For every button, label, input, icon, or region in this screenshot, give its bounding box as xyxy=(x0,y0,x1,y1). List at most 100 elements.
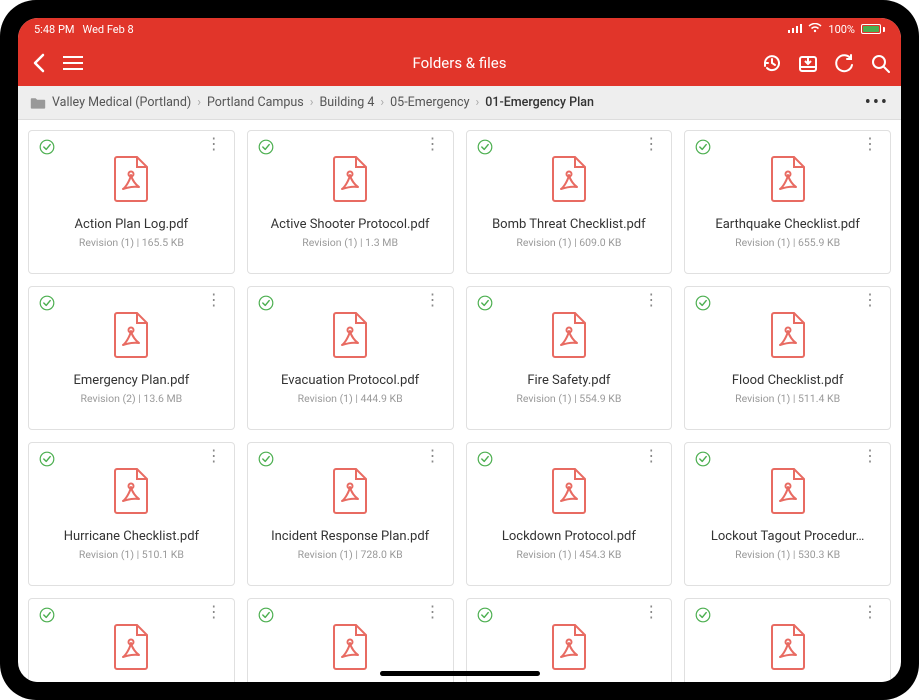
file-card[interactable]: ⋮ Evacuation Protocol.pdf Revision (1) |… xyxy=(247,286,454,430)
inbox-button[interactable] xyxy=(797,52,819,74)
screen: 5:48 PM Wed Feb 8 100% xyxy=(18,18,901,682)
file-card[interactable]: ⋮ Active Shooter Protocol.pdf Revision (… xyxy=(247,130,454,274)
file-more-button[interactable]: ⋮ xyxy=(202,603,226,621)
file-card[interactable]: ⋮ Bomb Threat Checklist.pdf Revision (1)… xyxy=(466,130,673,274)
breadcrumb-item[interactable]: Building 4 xyxy=(319,95,374,110)
battery-percent: 100% xyxy=(828,23,855,36)
file-card[interactable]: ⋮ Lockdown Protocol.pdf Revision (1) | 4… xyxy=(466,442,673,586)
file-name: Incident Response Plan.pdf xyxy=(267,529,433,544)
check-icon xyxy=(695,139,711,155)
check-icon xyxy=(39,451,55,467)
file-more-button[interactable]: ⋮ xyxy=(639,291,663,309)
pdf-icon xyxy=(330,311,370,363)
check-icon xyxy=(39,295,55,311)
file-card[interactable]: ⋮ xyxy=(28,598,235,682)
check-icon xyxy=(695,607,711,623)
pdf-icon xyxy=(111,467,151,519)
check-icon xyxy=(477,451,493,467)
check-icon xyxy=(39,139,55,155)
status-date: Wed Feb 8 xyxy=(82,23,133,36)
menu-button[interactable] xyxy=(62,52,84,74)
toolbar: Folders & files xyxy=(18,40,901,86)
file-more-button[interactable]: ⋮ xyxy=(639,603,663,621)
file-meta: Revision (1) | 728.0 KB xyxy=(298,548,403,561)
file-card[interactable]: ⋮ Action Plan Log.pdf Revision (1) | 165… xyxy=(28,130,235,274)
breadcrumb-current: 01-Emergency Plan xyxy=(485,95,594,110)
breadcrumb-root[interactable]: Valley Medical (Portland) xyxy=(52,95,191,110)
file-name: Fire Safety.pdf xyxy=(523,373,614,388)
breadcrumb: Valley Medical (Portland) › Portland Cam… xyxy=(18,86,901,120)
battery-icon xyxy=(861,24,885,34)
file-meta: Revision (2) | 13.6 MB xyxy=(81,392,183,405)
folder-icon xyxy=(30,96,46,110)
pdf-icon xyxy=(768,467,808,519)
file-name: Evacuation Protocol.pdf xyxy=(277,373,423,388)
file-meta: Revision (1) | 165.5 KB xyxy=(79,236,184,249)
file-card[interactable]: ⋮ Incident Response Plan.pdf Revision (1… xyxy=(247,442,454,586)
file-meta: Revision (1) | 1.3 MB xyxy=(302,236,398,249)
file-more-button[interactable]: ⋮ xyxy=(858,603,882,621)
refresh-button[interactable] xyxy=(833,52,855,74)
check-icon xyxy=(695,295,711,311)
file-more-button[interactable]: ⋮ xyxy=(421,291,445,309)
file-card[interactable]: ⋮ Emergency Plan.pdf Revision (2) | 13.6… xyxy=(28,286,235,430)
file-more-button[interactable]: ⋮ xyxy=(858,291,882,309)
file-card[interactable]: ⋮ xyxy=(684,598,891,682)
pdf-icon xyxy=(549,623,589,675)
wifi-icon xyxy=(808,23,822,36)
file-meta: Revision (1) | 444.9 KB xyxy=(298,392,403,405)
file-more-button[interactable]: ⋮ xyxy=(202,291,226,309)
file-name: Earthquake Checklist.pdf xyxy=(711,217,864,232)
file-card[interactable]: ⋮ Flood Checklist.pdf Revision (1) | 511… xyxy=(684,286,891,430)
file-more-button[interactable]: ⋮ xyxy=(639,447,663,465)
breadcrumb-more-button[interactable]: ••• xyxy=(865,92,889,113)
file-more-button[interactable]: ⋮ xyxy=(421,447,445,465)
signal-icon xyxy=(788,23,802,36)
file-name: Flood Checklist.pdf xyxy=(728,373,848,388)
check-icon xyxy=(258,295,274,311)
file-more-button[interactable]: ⋮ xyxy=(639,135,663,153)
file-card[interactable]: ⋮ xyxy=(466,598,673,682)
file-grid: ⋮ Action Plan Log.pdf Revision (1) | 165… xyxy=(28,130,891,682)
content-area: ⋮ Action Plan Log.pdf Revision (1) | 165… xyxy=(18,120,901,682)
pdf-icon xyxy=(111,623,151,675)
file-name: Hurricane Checklist.pdf xyxy=(60,529,203,544)
file-meta: Revision (1) | 530.3 KB xyxy=(735,548,840,561)
check-icon xyxy=(477,139,493,155)
check-icon xyxy=(258,607,274,623)
file-card[interactable]: ⋮ Hurricane Checklist.pdf Revision (1) |… xyxy=(28,442,235,586)
check-icon xyxy=(477,607,493,623)
pdf-icon xyxy=(549,311,589,363)
history-button[interactable] xyxy=(761,52,783,74)
file-card[interactable]: ⋮ Earthquake Checklist.pdf Revision (1) … xyxy=(684,130,891,274)
file-card[interactable]: ⋮ Lockout Tagout Procedur… Revision (1) … xyxy=(684,442,891,586)
file-meta: Revision (1) | 510.1 KB xyxy=(79,548,184,561)
status-time: 5:48 PM xyxy=(34,23,74,36)
device-frame: 5:48 PM Wed Feb 8 100% xyxy=(0,0,919,700)
file-more-button[interactable]: ⋮ xyxy=(202,135,226,153)
file-more-button[interactable]: ⋮ xyxy=(421,603,445,621)
pdf-icon xyxy=(549,467,589,519)
file-name: Bomb Threat Checklist.pdf xyxy=(488,217,650,232)
file-card[interactable]: ⋮ xyxy=(247,598,454,682)
pdf-icon xyxy=(330,155,370,207)
file-name: Lockout Tagout Procedur… xyxy=(707,529,869,544)
file-more-button[interactable]: ⋮ xyxy=(202,447,226,465)
breadcrumb-item[interactable]: Portland Campus xyxy=(207,95,304,110)
file-more-button[interactable]: ⋮ xyxy=(858,447,882,465)
back-button[interactable] xyxy=(28,52,50,74)
pdf-icon xyxy=(330,623,370,675)
search-button[interactable] xyxy=(869,52,891,74)
check-icon xyxy=(39,607,55,623)
file-name: Action Plan Log.pdf xyxy=(71,217,193,232)
pdf-icon xyxy=(549,155,589,207)
check-icon xyxy=(477,295,493,311)
pdf-icon xyxy=(768,623,808,675)
home-indicator xyxy=(380,671,540,676)
file-card[interactable]: ⋮ Fire Safety.pdf Revision (1) | 554.9 K… xyxy=(466,286,673,430)
pdf-icon xyxy=(768,155,808,207)
file-more-button[interactable]: ⋮ xyxy=(858,135,882,153)
file-more-button[interactable]: ⋮ xyxy=(421,135,445,153)
breadcrumb-item[interactable]: 05-Emergency xyxy=(390,95,469,110)
pdf-icon xyxy=(111,155,151,207)
